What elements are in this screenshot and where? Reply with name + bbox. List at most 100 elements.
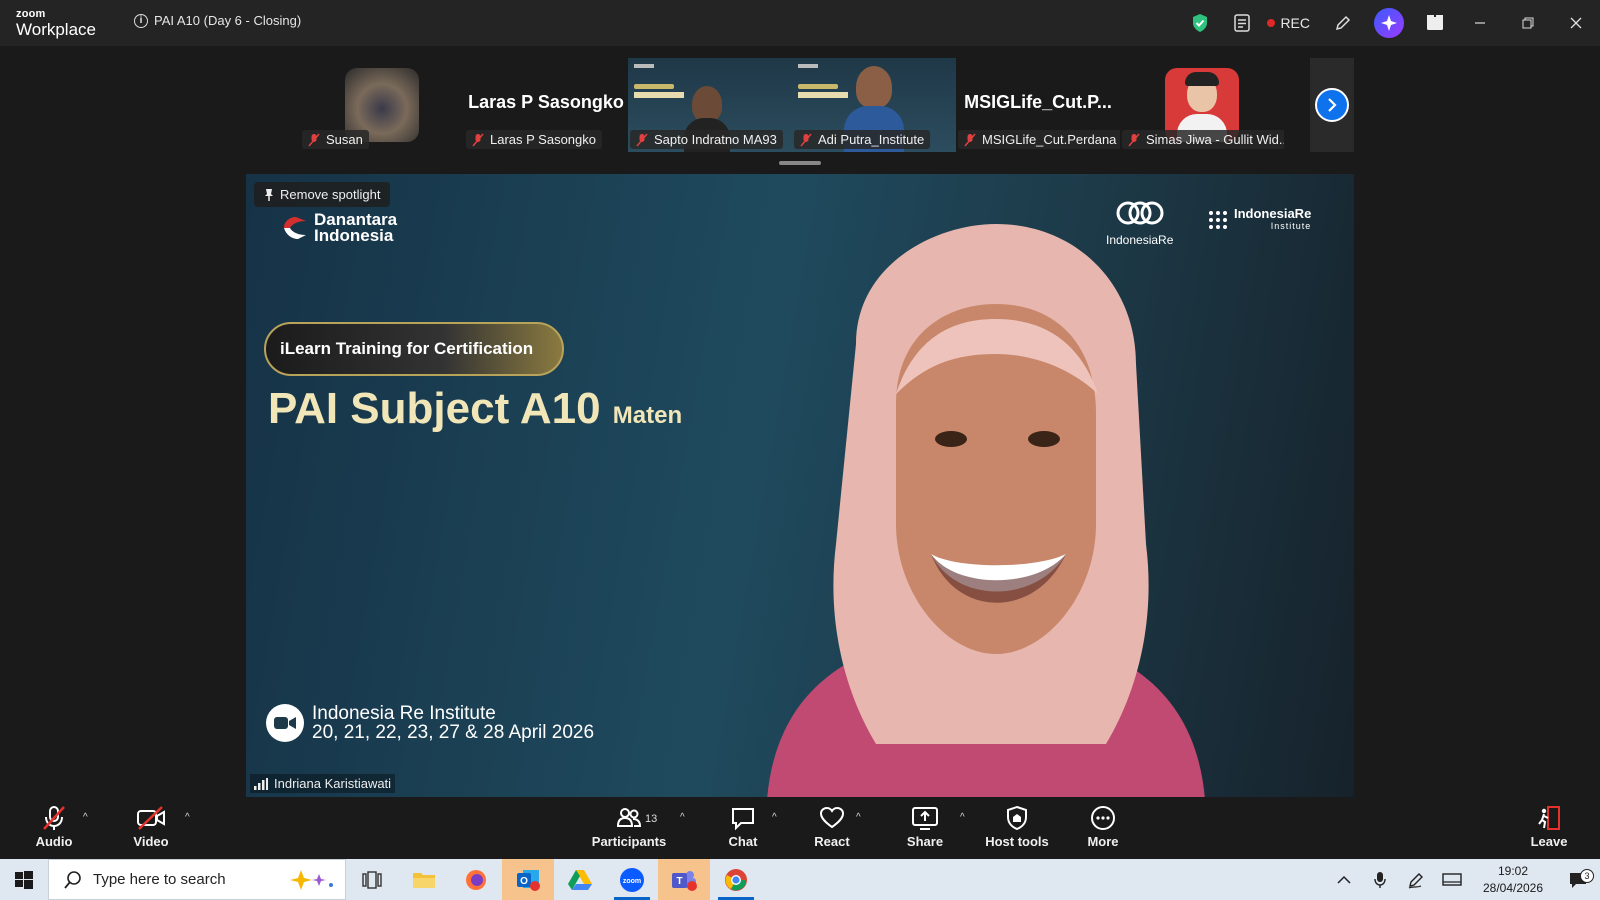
clock-date: 28/04/2026: [1482, 880, 1544, 895]
participant-display-name: Laras P Sasongko: [468, 92, 624, 112]
video-button[interactable]: Video: [106, 805, 196, 849]
zoom-workplace-logo: zoom Workplace: [16, 8, 96, 39]
video-camera-icon: [266, 704, 304, 742]
taskbar-file-explorer[interactable]: [398, 859, 450, 900]
annotate-pencil-icon[interactable]: [1331, 11, 1355, 35]
svg-text:T: T: [676, 876, 682, 887]
danantara-emblem-icon: [284, 217, 306, 239]
muted-mic-icon: [308, 133, 320, 147]
participant-name-label: MSIGLife_Cut.Perdana: [958, 130, 1120, 149]
task-view-icon: [362, 870, 382, 889]
muted-mic-icon: [1128, 133, 1140, 147]
slide-title: PAI Subject A10 Maten: [268, 384, 683, 433]
slide-badge: iLearn Training for Certification: [264, 322, 564, 376]
windows-taskbar: Type here to search O zoom T 19:02 28/04…: [0, 859, 1600, 900]
outlook-icon: O: [517, 869, 540, 891]
taskbar-clock[interactable]: 19:02 28/04/2026: [1470, 863, 1556, 897]
notification-count-badge: 3: [1580, 868, 1594, 883]
taskbar-zoom[interactable]: zoom: [606, 859, 658, 900]
more-button[interactable]: More: [1058, 805, 1148, 849]
apps-icon[interactable]: [1423, 11, 1447, 35]
close-button[interactable]: [1552, 0, 1600, 46]
notes-icon[interactable]: [1230, 11, 1254, 35]
participant-tile[interactable]: Laras P Sasongko Laras P Sasongko: [464, 58, 628, 152]
taskbar-search-box[interactable]: Type here to search: [48, 859, 346, 900]
clock-time: 19:02: [1497, 863, 1529, 878]
windows-logo-icon: [15, 870, 33, 889]
security-shield-icon[interactable]: [1188, 11, 1212, 35]
muted-mic-icon: [636, 133, 648, 147]
minimize-button[interactable]: [1456, 0, 1504, 46]
meeting-info[interactable]: i PAI A10 (Day 6 - Closing): [134, 13, 301, 28]
participant-tile[interactable]: Adi Putra_Institute: [792, 58, 956, 152]
title-bar: zoom Workplace i PAI A10 (Day 6 - Closin…: [0, 0, 1600, 46]
signal-bars-icon: [254, 777, 268, 790]
strip-resize-handle[interactable]: [779, 161, 821, 165]
taskbar-outlook[interactable]: O: [502, 859, 554, 900]
video-options-caret-icon[interactable]: ^: [185, 812, 190, 823]
video-off-icon: [137, 806, 165, 830]
dots-grid-icon: [1209, 211, 1227, 229]
participant-name-label: Simas Jiwa - Gullit Wid...: [1122, 130, 1284, 149]
meeting-title: PAI A10 (Day 6 - Closing): [154, 13, 302, 28]
start-button[interactable]: [0, 859, 48, 900]
leave-door-icon: [1538, 806, 1560, 830]
taskbar-google-drive[interactable]: [554, 859, 606, 900]
slide-footer: Indonesia Re Institute 20, 21, 22, 23, 2…: [266, 704, 594, 742]
svg-text:O: O: [520, 876, 528, 887]
muted-microphone-icon: [43, 806, 65, 830]
google-drive-icon: [568, 869, 592, 890]
brand-top: zoom: [16, 8, 46, 20]
participant-tile[interactable]: Susan: [300, 58, 464, 152]
indonesia-re-logo: IndonesiaRe: [1106, 200, 1173, 247]
teams-icon: T: [672, 870, 697, 891]
search-icon: [64, 870, 81, 889]
participant-name-label: Laras P Sasongko: [466, 130, 602, 149]
display-icon[interactable]: [1434, 872, 1470, 888]
chat-options-caret-icon[interactable]: ^: [772, 812, 777, 823]
show-hidden-icons-chevron-icon[interactable]: [1326, 875, 1362, 885]
pen-menu-icon[interactable]: [1398, 871, 1434, 889]
participants-count: 13: [645, 813, 658, 825]
indonesia-re-institute-logo: IndonesiaRe Institute: [1208, 207, 1311, 232]
next-page-button[interactable]: [1310, 58, 1354, 152]
taskbar-firefox[interactable]: [450, 859, 502, 900]
taskbar-chrome[interactable]: [710, 859, 762, 900]
participant-name-label: Adi Putra_Institute: [794, 130, 931, 149]
participant-tile[interactable]: Sapto Indratno MA93: [628, 58, 792, 152]
remove-spotlight-button[interactable]: Remove spotlight: [254, 182, 391, 207]
microphone-in-use-icon[interactable]: [1362, 871, 1398, 889]
host-shield-icon: [1007, 805, 1027, 831]
share-screen-icon: [912, 807, 938, 830]
task-view-button[interactable]: [346, 859, 398, 900]
rec-label: REC: [1280, 15, 1310, 31]
notification-center-button[interactable]: 3: [1556, 868, 1600, 889]
host-tools-button[interactable]: Host tools: [972, 805, 1062, 849]
more-ellipsis-icon: [1091, 806, 1115, 830]
info-icon[interactable]: i: [134, 13, 148, 28]
audio-options-caret-icon[interactable]: ^: [83, 812, 88, 823]
search-highlight-sparkles-icon: [290, 869, 333, 890]
react-button[interactable]: React: [787, 805, 877, 849]
speaker-figure: [767, 224, 1205, 797]
participant-tile[interactable]: Simas Jiwa - Gullit Wid...: [1120, 58, 1284, 152]
participant-display-name: MSIGLife_Cut.P...: [964, 92, 1112, 112]
participants-button[interactable]: Participants: [584, 805, 674, 849]
muted-mic-icon: [964, 133, 976, 147]
chat-bubble-icon: [732, 808, 754, 831]
participants-icon: [616, 808, 642, 827]
indonesia-re-rings-icon: [1116, 201, 1164, 225]
participant-name-label: Susan: [302, 130, 369, 149]
chrome-icon: [725, 868, 747, 891]
participants-options-caret-icon[interactable]: ^: [680, 812, 685, 823]
recording-indicator[interactable]: REC: [1267, 15, 1310, 31]
share-button[interactable]: Share: [880, 805, 970, 849]
firefox-icon: [466, 869, 486, 890]
participant-tile[interactable]: MSIGLife_Cut.P... MSIGLife_Cut.Perdana: [956, 58, 1120, 152]
ai-companion-sparkle-icon[interactable]: [1374, 8, 1404, 38]
share-options-caret-icon[interactable]: ^: [960, 812, 965, 823]
react-options-caret-icon[interactable]: ^: [856, 812, 861, 823]
restore-button[interactable]: [1504, 0, 1552, 46]
leave-button[interactable]: Leave: [1504, 805, 1594, 849]
taskbar-teams[interactable]: T: [658, 859, 710, 900]
